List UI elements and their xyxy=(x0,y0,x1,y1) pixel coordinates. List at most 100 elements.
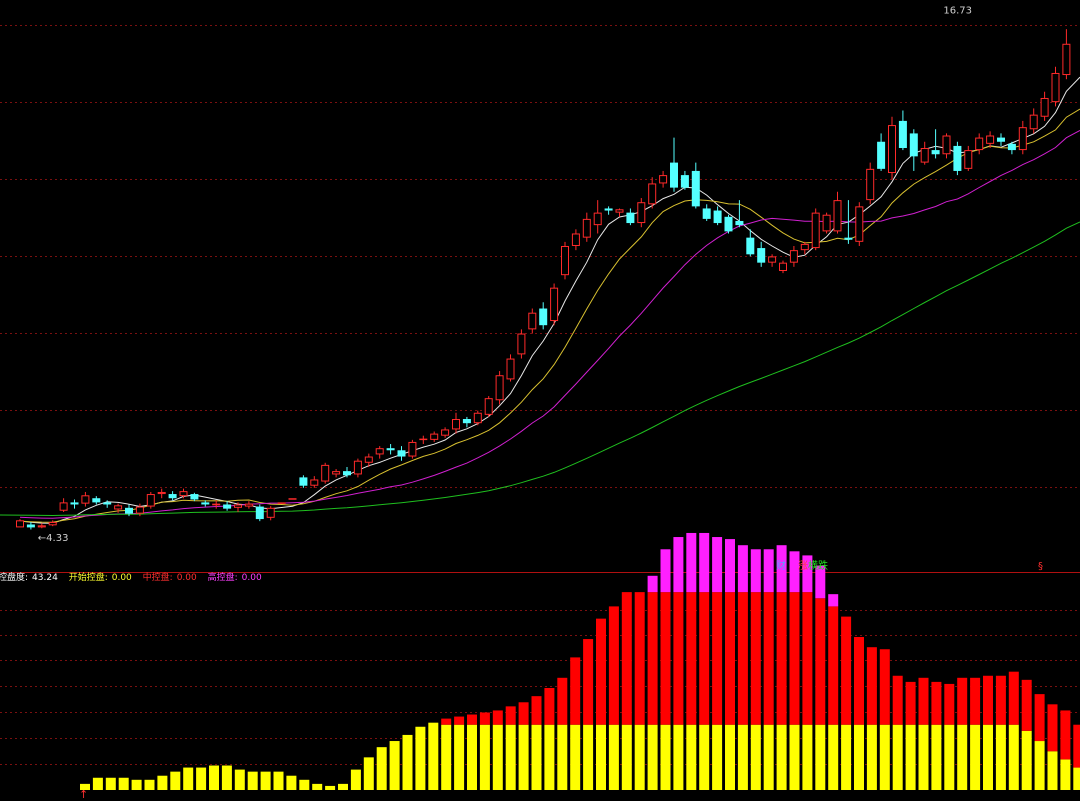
bar-red xyxy=(660,592,671,725)
candle-body xyxy=(462,419,471,424)
candle-body xyxy=(1018,127,1027,151)
candle-body xyxy=(125,507,133,514)
bar-yellow xyxy=(299,779,310,790)
bar-red xyxy=(1060,710,1071,760)
bar-magenta xyxy=(686,532,697,593)
bar-yellow xyxy=(376,747,387,790)
candle-body xyxy=(517,333,526,355)
high-price-label: 16.73 xyxy=(943,5,972,16)
bar-magenta xyxy=(828,594,839,607)
candle-body xyxy=(931,150,940,155)
bar-yellow xyxy=(763,724,774,790)
bar-yellow xyxy=(660,724,671,790)
bar-magenta xyxy=(750,549,761,593)
candle-body xyxy=(81,495,90,504)
indicator-legend: 控盘度: 43.24 开始控盘: 0.00 中控盘: 0.00 高控盘: 0.00 xyxy=(0,572,270,584)
candle-body xyxy=(343,471,351,476)
bar-yellow xyxy=(686,724,697,790)
bar-red xyxy=(815,598,826,725)
candle-body xyxy=(244,503,253,507)
bar-yellow xyxy=(750,724,761,790)
bar-yellow xyxy=(209,765,219,790)
candle-body xyxy=(179,491,188,497)
candle-body xyxy=(397,450,406,457)
candle-body xyxy=(386,448,395,451)
candle-body xyxy=(898,120,907,149)
bar-yellow xyxy=(441,724,452,790)
bar-magenta xyxy=(660,549,671,593)
candle-body xyxy=(1051,72,1060,103)
candle-body xyxy=(964,150,973,169)
bar-red xyxy=(828,606,839,725)
candle-body xyxy=(648,183,657,205)
bar-yellow xyxy=(944,724,955,790)
candle-body xyxy=(332,471,341,475)
bar-red xyxy=(570,657,581,725)
bar-red xyxy=(776,592,787,725)
bar-yellow xyxy=(828,724,839,790)
bar-red xyxy=(1034,694,1045,742)
bar-red xyxy=(505,706,516,725)
candle-body xyxy=(168,494,177,499)
bar-red xyxy=(621,592,632,725)
bar-yellow xyxy=(802,724,813,790)
bar-yellow xyxy=(957,724,968,790)
candle-body xyxy=(986,135,995,144)
candle-body xyxy=(1029,114,1038,130)
candle-body xyxy=(670,162,678,188)
candle-body xyxy=(822,214,831,232)
bar-red xyxy=(763,592,774,725)
bar-red xyxy=(1047,704,1058,752)
candle-body xyxy=(16,520,24,528)
candle-body xyxy=(779,262,787,271)
candle-body xyxy=(604,208,613,211)
bar-magenta xyxy=(699,532,710,593)
bar-yellow xyxy=(815,724,826,790)
bar-red xyxy=(737,592,748,725)
bar-red xyxy=(1021,679,1032,731)
candle-body xyxy=(757,248,766,263)
candle-body xyxy=(299,477,308,486)
bar-yellow xyxy=(157,775,168,790)
bar-yellow xyxy=(905,724,916,790)
bar-red xyxy=(608,606,619,725)
candle-body xyxy=(561,245,569,276)
bar-red xyxy=(686,592,697,725)
tag-section: § xyxy=(1038,561,1043,572)
candle-body xyxy=(26,524,35,528)
bar-red xyxy=(492,710,503,725)
bar-red xyxy=(441,718,452,725)
bar-yellow xyxy=(1021,730,1032,790)
bar-red xyxy=(931,681,942,725)
bar-yellow xyxy=(725,724,735,790)
bar-red xyxy=(802,592,813,725)
ma10-line xyxy=(19,108,1080,523)
bar-yellow xyxy=(338,783,348,790)
candle-body xyxy=(1062,43,1071,76)
candle-body xyxy=(37,525,46,528)
candle-body xyxy=(506,358,515,380)
bar-yellow xyxy=(105,777,116,790)
bar-red xyxy=(750,592,761,725)
candle-body xyxy=(201,502,210,505)
bar-red xyxy=(866,647,877,725)
legend-high-control: 高控盘: 0.00 xyxy=(207,573,262,583)
bar-yellow xyxy=(866,724,877,790)
legend-control-degree: 控盘度: 43.24 xyxy=(0,573,58,583)
bar-yellow xyxy=(544,724,555,790)
bar-yellow xyxy=(350,769,361,790)
candle-body xyxy=(582,218,591,238)
candle-body xyxy=(800,243,809,251)
ma5-line xyxy=(19,76,1080,524)
candle-body xyxy=(637,202,646,224)
bar-red xyxy=(725,592,735,725)
bar-yellow xyxy=(518,724,529,790)
bar-yellow xyxy=(596,724,606,790)
candle-body xyxy=(702,208,711,219)
candle-body xyxy=(70,502,79,505)
bar-red xyxy=(854,637,864,725)
candle-body xyxy=(975,137,984,151)
bar-yellow xyxy=(221,765,232,790)
bar-yellow xyxy=(454,724,465,790)
low-price-label: ←4.33 xyxy=(38,533,69,544)
